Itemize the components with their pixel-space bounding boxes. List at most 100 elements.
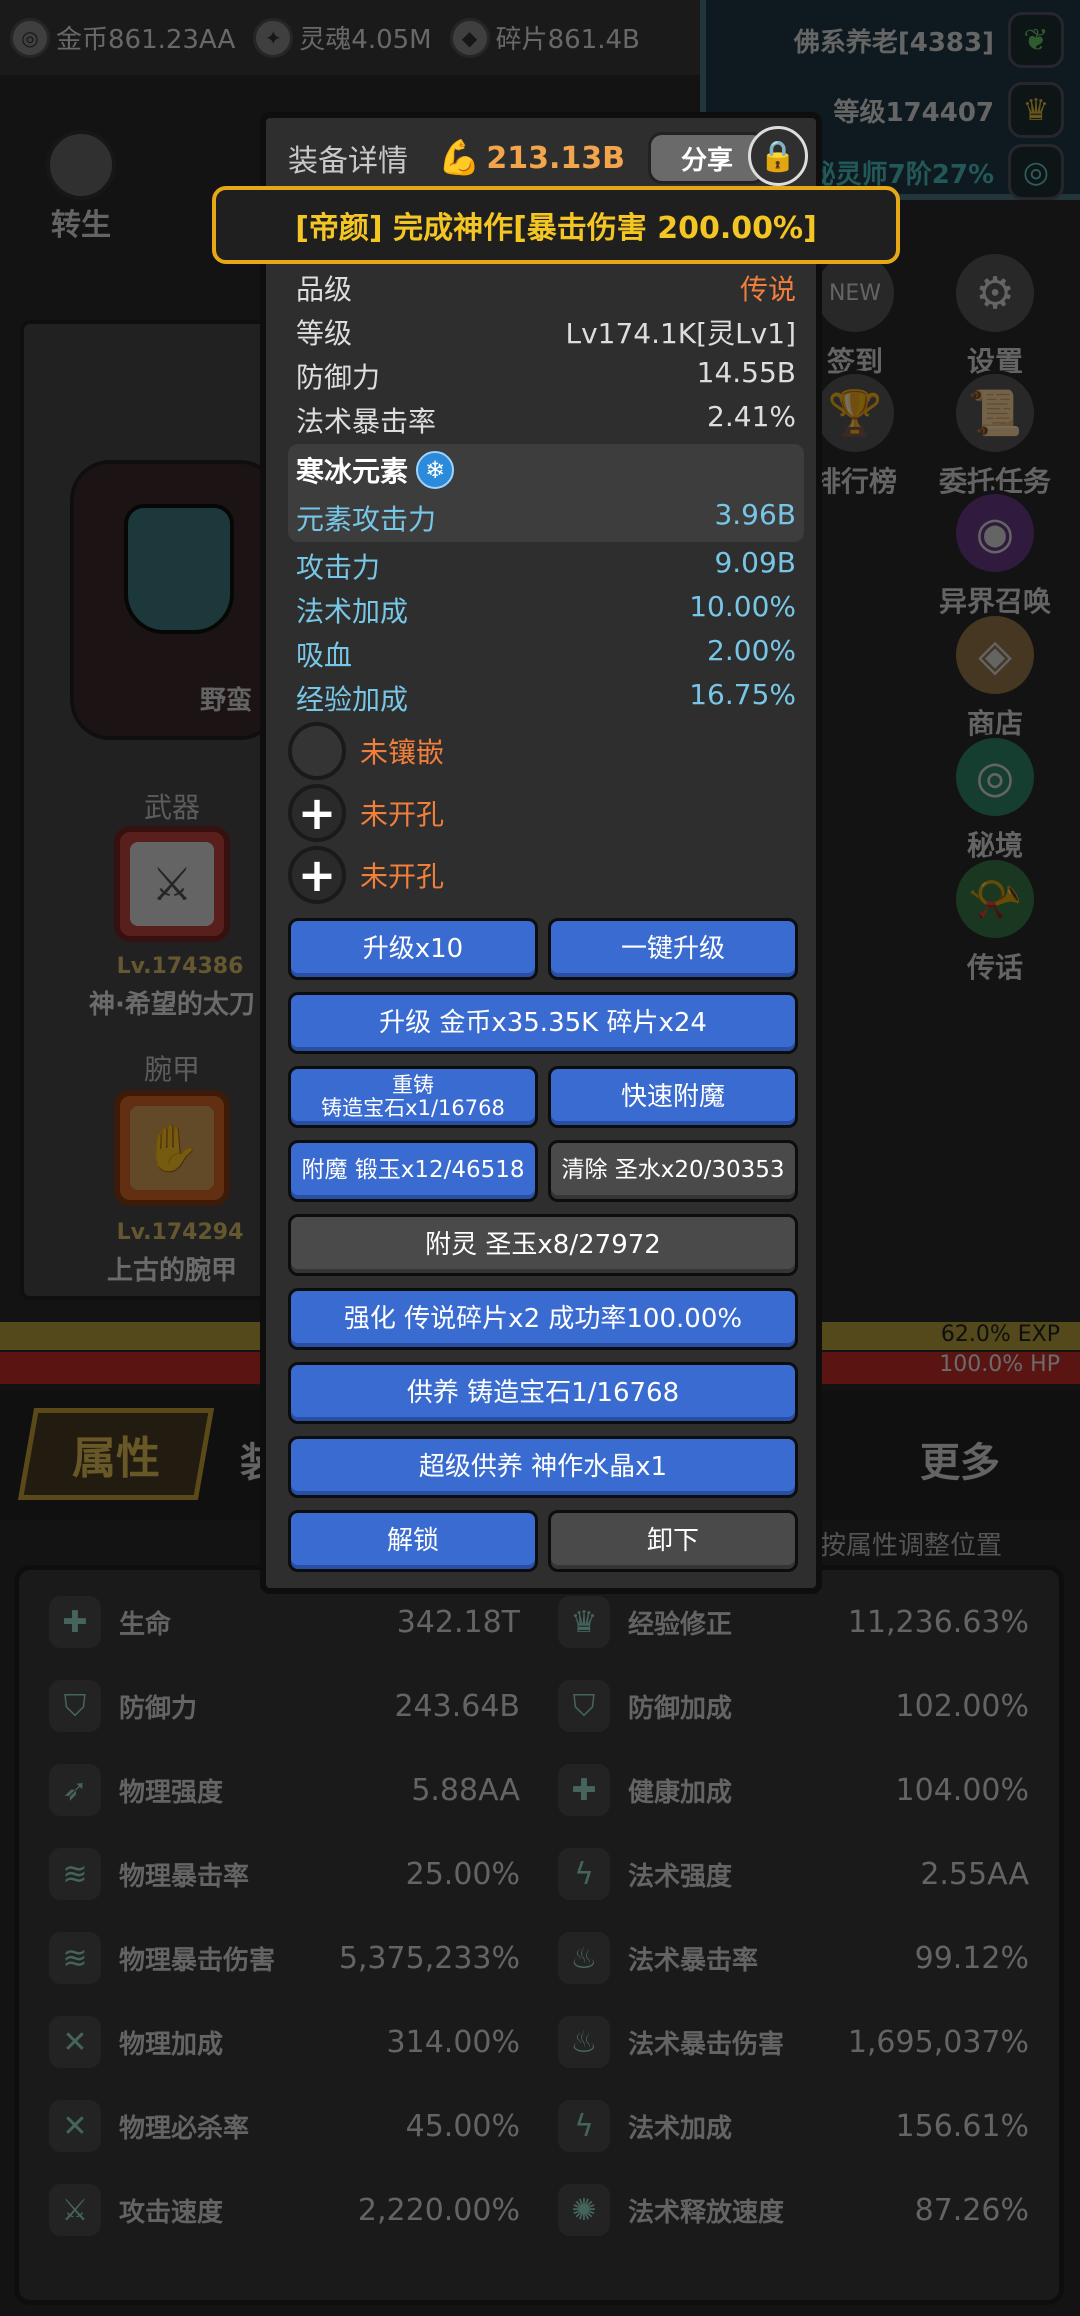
stat-defense-value: 14.55B	[696, 356, 796, 389]
rebirth-button[interactable]: 转生	[36, 130, 126, 244]
gem-slot-1-label: 未镶嵌	[360, 736, 445, 769]
upgrade-x10-button[interactable]: 升级x10	[288, 918, 538, 980]
sort-hint[interactable]: 按属性调整位置	[820, 1525, 1002, 1562]
attribute-value: 45.00%	[405, 2108, 520, 2144]
bonus-lifesteal-value: 2.00%	[707, 634, 796, 667]
nurture-button[interactable]: 供养 铸造宝石1/16768	[288, 1362, 798, 1424]
attribute-row: ϟ 法术强度 2.55AA	[544, 1832, 1043, 1916]
recast-button[interactable]: 重铸 铸造宝石x1/16768	[288, 1066, 538, 1128]
summon-button[interactable]: ◉ 异界召唤	[930, 490, 1060, 620]
bonus-exp-value: 16.75%	[689, 678, 796, 711]
settings-button[interactable]: ⚙ 设置	[930, 250, 1060, 380]
profile-name-row: 佛系养老[4383] ❦	[794, 12, 1064, 68]
stat-level-value: Lv174.1K[灵Lv1]	[565, 317, 796, 350]
bonus-spell-value: 10.00%	[689, 590, 796, 623]
gear-icon: ⚙	[952, 250, 1038, 336]
message-label: 传话	[966, 951, 1023, 984]
gem-slot-2[interactable]: + 未开孔	[288, 784, 444, 842]
attribute-row: ✕ 物理必杀率 45.00%	[35, 2084, 534, 2168]
attribute-name: 经验修正	[628, 1609, 733, 1640]
attribute-value: 25.00%	[405, 1856, 520, 1892]
plus-icon: +	[288, 846, 346, 904]
slash-icon: ✕	[49, 2100, 101, 2152]
stat-spell-crit: 法术暴击率 2.41%	[296, 400, 796, 440]
stat-grade-value: 传说	[739, 273, 796, 306]
plus-icon: +	[288, 784, 346, 842]
bracer-name: 上古的腕甲	[106, 1256, 237, 1286]
upgrade-cost-button[interactable]: 升级 金币x35.35K 碎片x24	[288, 992, 798, 1054]
super-nurture-button[interactable]: 超级供养 神作水晶x1	[288, 1436, 798, 1498]
gem-slot-3-label: 未开孔	[360, 860, 445, 893]
weapon-slot-label: 武器	[143, 791, 200, 824]
swords-icon: ⚔	[49, 2184, 101, 2236]
attribute-value: 1,695,037%	[847, 2024, 1029, 2060]
snowflake-icon: ❄	[416, 451, 455, 489]
recast-label: 重铸	[392, 1072, 434, 1097]
commission-button[interactable]: 📜 委托任务	[930, 370, 1060, 500]
clear-button[interactable]: 清除 圣水x20/30353	[548, 1140, 798, 1202]
attribute-value: 5.88AA	[411, 1772, 520, 1808]
message-button[interactable]: 📯 传话	[930, 856, 1060, 986]
player-level: 等级174407	[833, 97, 994, 128]
coin-icon: ◎	[10, 17, 50, 58]
leaf-icon: ❦	[1008, 12, 1064, 68]
attribute-value: 342.18T	[396, 1604, 520, 1640]
shield-icon: ⛉	[558, 1680, 610, 1732]
attribute-row: ✕ 物理加成 314.00%	[35, 2000, 534, 2084]
spiral-icon: ◎	[1008, 144, 1064, 200]
lock-icon[interactable]: 🔒	[748, 126, 808, 186]
attribute-name: 法术强度	[628, 1861, 733, 1892]
lightning-icon: ϟ	[558, 2100, 610, 2152]
element-attack-key: 元素攻击力	[296, 503, 437, 536]
empty-socket-icon	[288, 722, 346, 780]
attribute-row: ♨ 法术暴击率 99.12%	[544, 1916, 1043, 2000]
bracer-slot[interactable]: ✋	[114, 1090, 230, 1206]
attribute-name: 攻击速度	[119, 2197, 224, 2228]
attribute-name: 法术释放速度	[628, 2197, 785, 2228]
rebirth-icon	[46, 130, 116, 200]
attribute-value: 87.26%	[914, 2192, 1029, 2228]
strengthen-button[interactable]: 强化 传说碎片x2 成功率100.00%	[288, 1288, 798, 1350]
attribute-row: ✚ 健康加成 104.00%	[544, 1748, 1043, 1832]
attribute-name: 健康加成	[628, 1777, 733, 1808]
bonus-lifesteal-key: 吸血	[296, 639, 353, 672]
soul-resource: ✦ 灵魂4.05M	[253, 17, 432, 58]
attribute-name: 法术暴击伤害	[628, 2029, 785, 2060]
quick-enchant-button[interactable]: 快速附魔	[548, 1066, 798, 1128]
enchant-button[interactable]: 附魔 锻玉x12/46518	[288, 1140, 538, 1202]
element-attack-value: 3.96B	[714, 498, 796, 531]
hp-text: 100.0% HP	[939, 1352, 1060, 1377]
horn-icon: 📯	[952, 856, 1038, 942]
gem-slot-2-label: 未开孔	[360, 798, 445, 831]
rebirth-label: 转生	[51, 208, 111, 243]
helmet-image	[124, 504, 234, 634]
attributes-grid: ✚ 生命 342.18T ♛ 经验修正 11,236.63% ⛉ 防御力 243.64B ⛉ 防御加…	[35, 1580, 1043, 2252]
upgrade-all-button[interactable]: 一键升级	[548, 918, 798, 980]
tab-more[interactable]: 更多	[920, 1430, 1000, 1488]
shop-button[interactable]: ◈ 商店	[930, 612, 1060, 742]
bonus-spell: 法术加成 10.00%	[296, 590, 796, 630]
realm-button[interactable]: ◎ 秘境	[930, 734, 1060, 864]
player-rank: 秘灵师7阶27%	[809, 159, 994, 190]
attribute-value: 2,220.00%	[357, 2192, 520, 2228]
weapon-slot[interactable]: ⚔	[114, 826, 230, 942]
attribute-row: ♨ 法术暴击伤害 1,695,037%	[544, 2000, 1043, 2084]
shop-icon: ◈	[952, 612, 1038, 698]
soul-icon: ✦	[253, 17, 294, 58]
attribute-name: 物理暴击伤害	[119, 1945, 276, 1976]
hero-name: 野蛮	[200, 686, 253, 716]
attribute-name: 防御加成	[628, 1693, 733, 1724]
gem-slot-1[interactable]: 未镶嵌	[288, 722, 444, 780]
unequip-button[interactable]: 卸下	[548, 1510, 798, 1572]
unlock-button[interactable]: 解锁	[288, 1510, 538, 1572]
scroll-icon: 📜	[952, 370, 1038, 456]
attribute-row: ≋ 物理暴击伤害 5,375,233%	[35, 1916, 534, 2000]
element-name: 寒冰元素	[296, 455, 409, 488]
cross-icon: ✚	[49, 1596, 101, 1648]
gem-slot-3[interactable]: + 未开孔	[288, 846, 444, 904]
recast-cost: 铸造宝石x1/16768	[321, 1096, 505, 1120]
tab-attributes[interactable]: 属性	[17, 1408, 215, 1500]
tab-attributes-label: 属性	[72, 1433, 160, 1484]
spirit-button[interactable]: 附灵 圣玉x8/27972	[288, 1214, 798, 1276]
bonus-attack-key: 攻击力	[296, 551, 381, 584]
